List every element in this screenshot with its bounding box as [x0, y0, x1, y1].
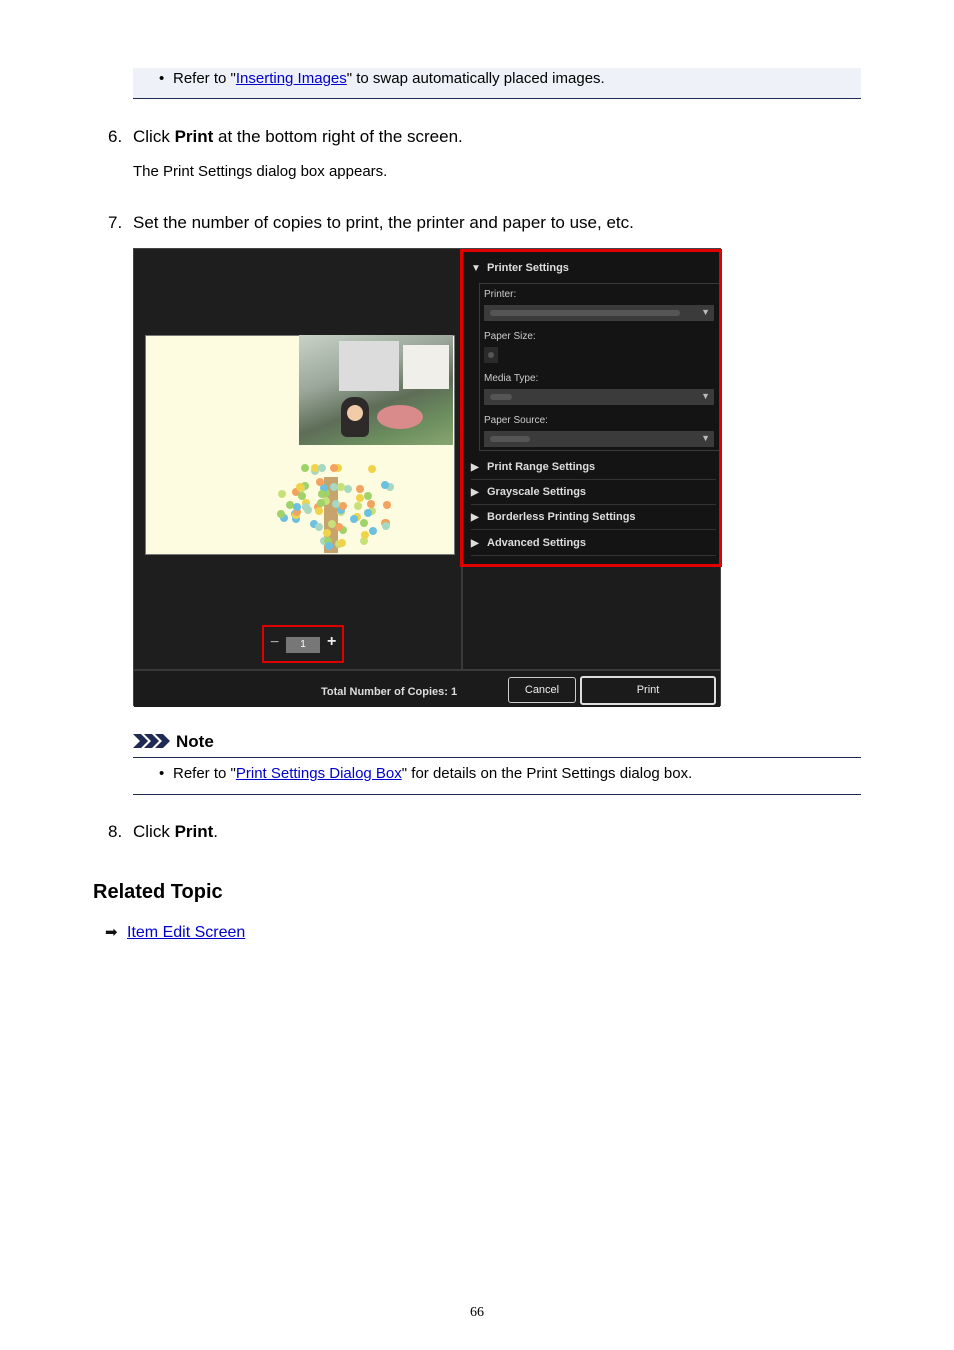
increase-copies-button[interactable]: + [327, 633, 336, 651]
tree-leaf [343, 485, 352, 493]
tree-leaf [337, 538, 346, 547]
arrow-right-icon: ➡ [105, 924, 118, 941]
top-note-box: • Refer to "Inserting Images" to swap aut… [133, 68, 861, 99]
tree-leaf [380, 480, 389, 489]
tree-leaf [336, 483, 345, 492]
bullet: • [159, 70, 165, 87]
tree-leaf [356, 493, 365, 502]
tree-leaf [355, 485, 364, 494]
note-box: • Refer to "Print Settings Dialog Box" fo… [133, 757, 861, 795]
tree-leaf [277, 489, 286, 498]
tree-leaf [361, 530, 370, 539]
bullet: • [159, 765, 165, 782]
item-edit-screen-link[interactable]: Item Edit Screen [127, 924, 245, 941]
dialog-bottom-bar: Total Number of Copies: 1 Cancel Print [134, 669, 720, 707]
cancel-button[interactable]: Cancel [508, 677, 576, 703]
print-settings-dialog-box-link[interactable]: Print Settings Dialog Box [236, 765, 402, 782]
copies-stepper[interactable]: − 1 + [262, 625, 344, 663]
related-topic-item: ➡ Item Edit Screen [105, 923, 245, 942]
top-note-item: • Refer to "Inserting Images" to swap aut… [159, 70, 605, 87]
tree-leaf [314, 507, 323, 516]
tree-leaf [381, 522, 390, 531]
tree-leaf [363, 492, 372, 501]
note-arrows-icon [133, 734, 170, 748]
tree-leaf [324, 541, 333, 550]
tree-leaf [331, 500, 340, 509]
tree-leaf [298, 491, 306, 500]
photo-image [299, 335, 453, 445]
step-6: 6. Click Print at the bottom right of the… [108, 127, 463, 146]
note-heading: Note [133, 732, 214, 752]
tree-leaf [335, 522, 344, 531]
preview-area: − 1 + [134, 249, 461, 669]
tree-leaf [354, 501, 363, 510]
step-6-result: The Print Settings dialog box appears. [133, 163, 388, 180]
inserting-images-link[interactable]: Inserting Images [236, 70, 347, 87]
tree-leaf [314, 522, 323, 531]
step-7: 7. Set the number of copies to print, the… [108, 213, 634, 232]
page-number: 66 [470, 1305, 484, 1320]
related-topic-heading: Related Topic [93, 881, 223, 903]
print-settings-dialog-screenshot: − 1 + ▼ Printer Settings Printer: ▼ Paper… [133, 248, 722, 707]
tree-leaf [368, 526, 377, 535]
decrease-copies-button[interactable]: − [270, 634, 279, 652]
print-button[interactable]: Print [580, 676, 716, 705]
total-copies: Total Number of Copies: 1 [321, 686, 458, 698]
note-item: • Refer to "Print Settings Dialog Box" fo… [159, 765, 693, 782]
tree-leaf [317, 463, 326, 472]
step-8: 8. Click Print. [108, 822, 219, 841]
settings-highlight-frame [460, 249, 722, 567]
copies-count-field[interactable]: 1 [286, 637, 320, 653]
tree-leaf [330, 463, 339, 472]
tree-leaf [292, 502, 301, 511]
tree-leaf [349, 514, 358, 523]
